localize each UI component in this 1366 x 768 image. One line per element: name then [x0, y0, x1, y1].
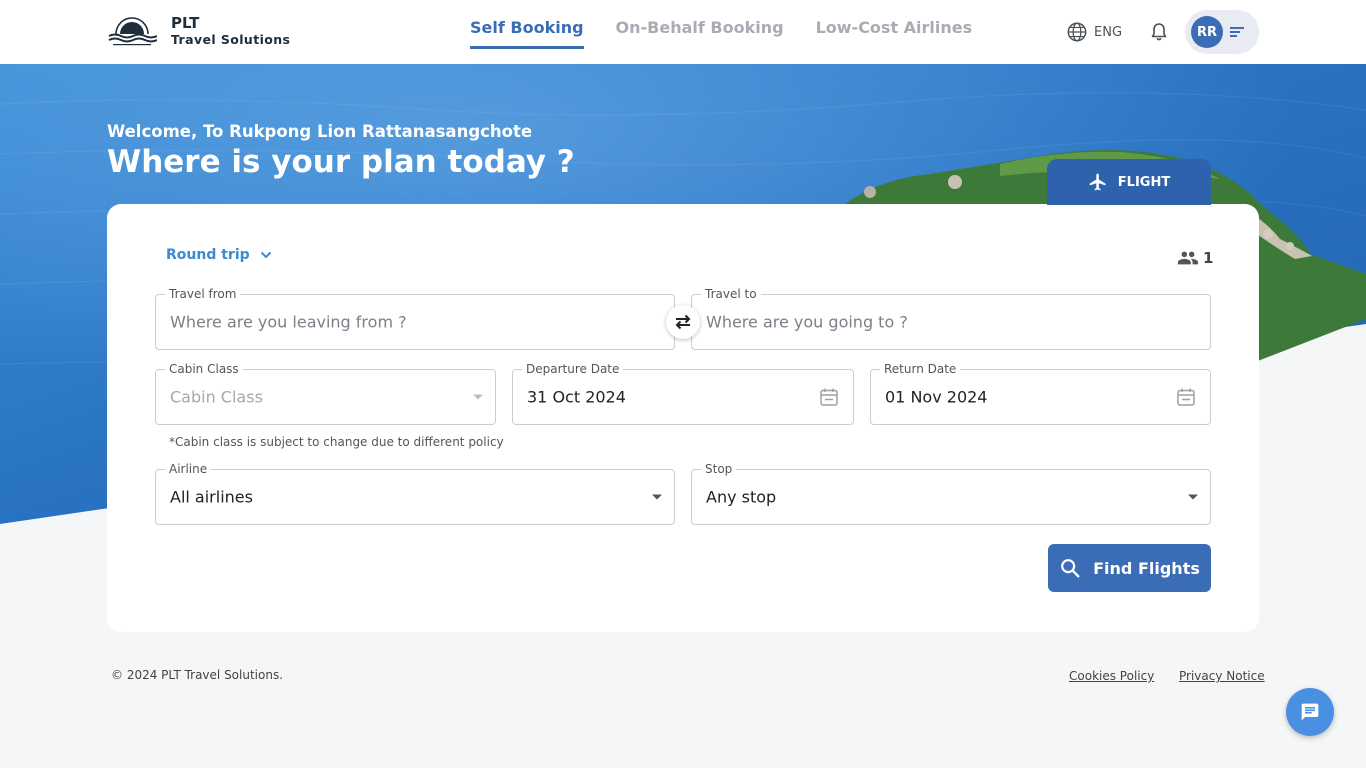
- swap-arrows-icon: [675, 314, 691, 330]
- travel-from-field[interactable]: Travel from Where are you leaving from ?: [155, 286, 675, 350]
- travel-to-label: Travel to: [701, 286, 761, 302]
- bell-icon[interactable]: [1150, 22, 1168, 42]
- main-nav: Self Booking On-Behalf Booking Low-Cost …: [470, 18, 1004, 49]
- swap-locations-button[interactable]: [666, 305, 700, 339]
- departure-date-label: Departure Date: [522, 361, 624, 377]
- trip-type-selector[interactable]: Round trip: [166, 247, 272, 263]
- copyright-text: © 2024 PLT Travel Solutions.: [111, 668, 284, 682]
- globe-icon: [1067, 22, 1087, 42]
- brand-name: PLT: [171, 14, 200, 32]
- search-icon: [1061, 559, 1080, 578]
- airline-select[interactable]: Airline All airlines: [155, 461, 675, 525]
- chat-icon: [1301, 703, 1319, 721]
- tab-self-booking[interactable]: Self Booking: [470, 18, 584, 49]
- welcome-text: Welcome, To Rukpong Lion Rattanasangchot…: [107, 122, 533, 141]
- travel-to-field[interactable]: Travel to Where are you going to ?: [691, 286, 1211, 350]
- travel-from-label: Travel from: [165, 286, 241, 302]
- page-headline: Where is your plan today ?: [107, 144, 575, 180]
- privacy-notice-link[interactable]: Privacy Notice: [1179, 669, 1265, 683]
- avatar: RR: [1191, 16, 1223, 48]
- cookies-policy-link[interactable]: Cookies Policy: [1069, 669, 1154, 683]
- chat-button[interactable]: [1286, 688, 1334, 736]
- language-label: ENG: [1094, 24, 1123, 40]
- find-flights-button[interactable]: Find Flights: [1048, 544, 1211, 592]
- caret-down-icon: [473, 394, 483, 400]
- tab-low-cost-airlines[interactable]: Low-Cost Airlines: [816, 18, 973, 49]
- cabin-class-label: Cabin Class: [165, 361, 243, 377]
- stop-select[interactable]: Stop Any stop: [691, 461, 1211, 525]
- logo-mark-icon: [108, 17, 157, 46]
- return-date-label: Return Date: [880, 361, 961, 377]
- flight-tab-label: FLIGHT: [1117, 174, 1171, 190]
- airplane-icon: [1089, 173, 1106, 191]
- menu-icon: [1230, 27, 1244, 37]
- cabin-class-note: *Cabin class is subject to change due to…: [169, 435, 504, 449]
- trip-type-label: Round trip: [166, 247, 250, 263]
- airline-label: Airline: [165, 461, 212, 477]
- top-header: PLT Travel Solutions Self Booking On-Beh…: [0, 0, 1366, 64]
- chevron-down-icon: [260, 251, 271, 259]
- brand-logo[interactable]: PLT Travel Solutions: [107, 14, 290, 48]
- passenger-count: 1: [1203, 249, 1214, 267]
- departure-date-value: 31 Oct 2024: [527, 387, 626, 407]
- user-menu[interactable]: RR: [1185, 10, 1259, 54]
- calendar-icon: [1177, 388, 1195, 406]
- stop-label: Stop: [701, 461, 737, 477]
- flight-search-card: Round trip 1 Travel from Where are you l…: [107, 204, 1259, 632]
- caret-down-icon: [1188, 494, 1198, 500]
- travel-from-placeholder: Where are you leaving from ?: [170, 312, 407, 332]
- language-selector[interactable]: ENG: [1066, 21, 1122, 43]
- return-date-field[interactable]: Return Date 01 Nov 2024: [870, 361, 1211, 425]
- find-flights-label: Find Flights: [1093, 558, 1200, 578]
- tab-on-behalf-booking[interactable]: On-Behalf Booking: [616, 18, 784, 49]
- airline-value: All airlines: [170, 487, 253, 507]
- departure-date-field[interactable]: Departure Date 31 Oct 2024: [512, 361, 854, 425]
- calendar-icon: [820, 388, 838, 406]
- flight-product-tab[interactable]: FLIGHT: [1047, 159, 1211, 205]
- stop-value: Any stop: [706, 487, 777, 507]
- cabin-class-placeholder: Cabin Class: [170, 387, 263, 407]
- return-date-value: 01 Nov 2024: [885, 387, 988, 407]
- brand-subtitle: Travel Solutions: [171, 32, 291, 47]
- people-icon: [1177, 251, 1199, 265]
- travel-to-placeholder: Where are you going to ?: [706, 312, 908, 332]
- cabin-class-select[interactable]: Cabin Class Cabin Class: [155, 361, 496, 425]
- caret-down-icon: [652, 494, 662, 500]
- passenger-selector[interactable]: 1: [1177, 247, 1213, 269]
